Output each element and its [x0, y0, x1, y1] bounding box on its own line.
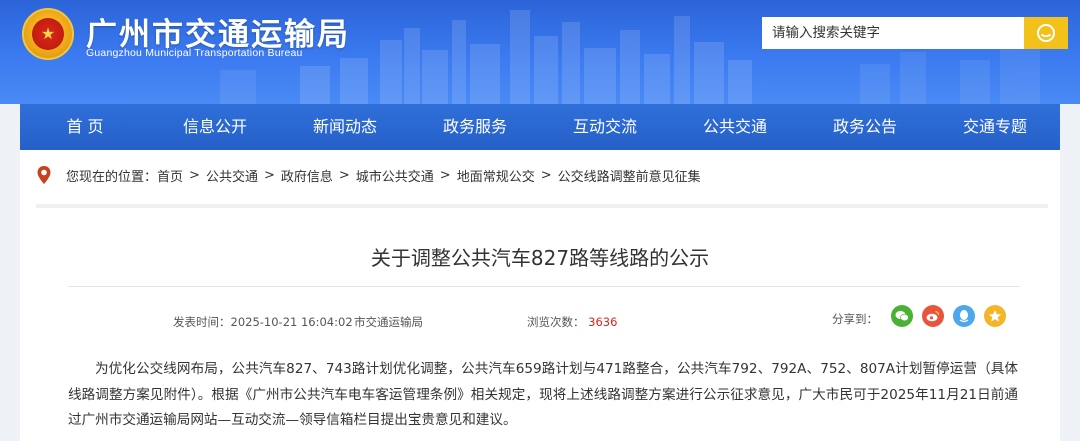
breadcrumb-home[interactable]: 首页 — [157, 166, 183, 185]
breadcrumb-prefix: 您现在的位置： — [66, 169, 158, 185]
nav-item-info-disclosure[interactable]: 信息公开 — [150, 104, 280, 150]
share-icons — [891, 305, 1006, 327]
nav-item-gov-notices[interactable]: 政务公告 — [800, 104, 930, 150]
breadcrumb-city-transit[interactable]: 城市公共交通 — [356, 166, 434, 185]
weibo-glyph — [926, 310, 940, 322]
search-icon — [1037, 24, 1055, 42]
weibo-icon[interactable] — [922, 305, 944, 327]
nav-item-gov-services[interactable]: 政务服务 — [410, 104, 540, 150]
view-count-value: 3636 — [588, 315, 618, 329]
qq-glyph — [959, 310, 969, 323]
nav-item-interaction[interactable]: 互动交流 — [540, 104, 670, 150]
share-label: 分享到： — [832, 312, 878, 326]
site-header: ★ 广州市交通运输局 Guangzhou Municipal Transport… — [0, 0, 1080, 104]
breadcrumb-separator: > — [263, 167, 275, 183]
content-panel: 您现在的位置： 首页 > 公共交通 > 政府信息 > 城市公共交通 > 地面常规… — [20, 150, 1060, 441]
publish-time: 发表时间：2025-10-21 16:04:02 — [173, 315, 353, 329]
wechat-glyph — [895, 311, 909, 322]
breadcrumb-separator: > — [189, 167, 200, 183]
breadcrumb-separator: > — [439, 167, 451, 183]
nav-item-home[interactable]: 首 页 — [20, 104, 150, 150]
article-source: 市交通运输局 — [354, 315, 423, 329]
search-input[interactable] — [762, 17, 1024, 49]
breadcrumb-separator: > — [540, 167, 552, 183]
title-divider — [68, 286, 1020, 287]
breadcrumb-public-transport[interactable]: 公共交通 — [206, 166, 258, 185]
wechat-icon[interactable] — [891, 305, 913, 327]
breadcrumb-separator: > — [338, 167, 350, 183]
view-count-label: 浏览次数： — [527, 315, 585, 329]
nav-item-news[interactable]: 新闻动态 — [280, 104, 410, 150]
breadcrumb-gov-info[interactable]: 政府信息 — [281, 166, 333, 185]
breadcrumb: 您现在的位置： 首页 > 公共交通 > 政府信息 > 城市公共交通 > 地面常规… — [20, 150, 1060, 200]
national-emblem-logo: ★ — [22, 8, 74, 60]
main-nav: 首 页 信息公开 新闻动态 政务服务 互动交流 公共交通 政务公告 交通专题 — [20, 104, 1060, 150]
view-count: 浏览次数： 3636 — [527, 314, 617, 330]
article-title: 关于调整公共汽车827路等线路的公示 — [370, 246, 710, 270]
breadcrumb-divider — [36, 204, 1048, 208]
qzone-icon[interactable] — [984, 305, 1006, 327]
qzone-glyph — [988, 310, 1002, 322]
location-pin-icon — [37, 166, 51, 184]
nav-item-traffic-topics[interactable]: 交通专题 — [930, 104, 1060, 150]
nav-item-public-transport[interactable]: 公共交通 — [670, 104, 800, 150]
breadcrumb-ground-bus[interactable]: 地面常规公交 — [457, 166, 535, 185]
qq-icon[interactable] — [953, 305, 975, 327]
breadcrumb-route-consultation[interactable]: 公交线路调整前意见征集 — [558, 166, 701, 185]
search-button[interactable] — [1024, 17, 1068, 49]
article-body: 为优化公交线网布局，公共汽车827、743路计划优化调整，公共汽车659路计划与… — [68, 361, 1018, 428]
site-subtitle: Guangzhou Municipal Transportation Burea… — [86, 47, 303, 59]
